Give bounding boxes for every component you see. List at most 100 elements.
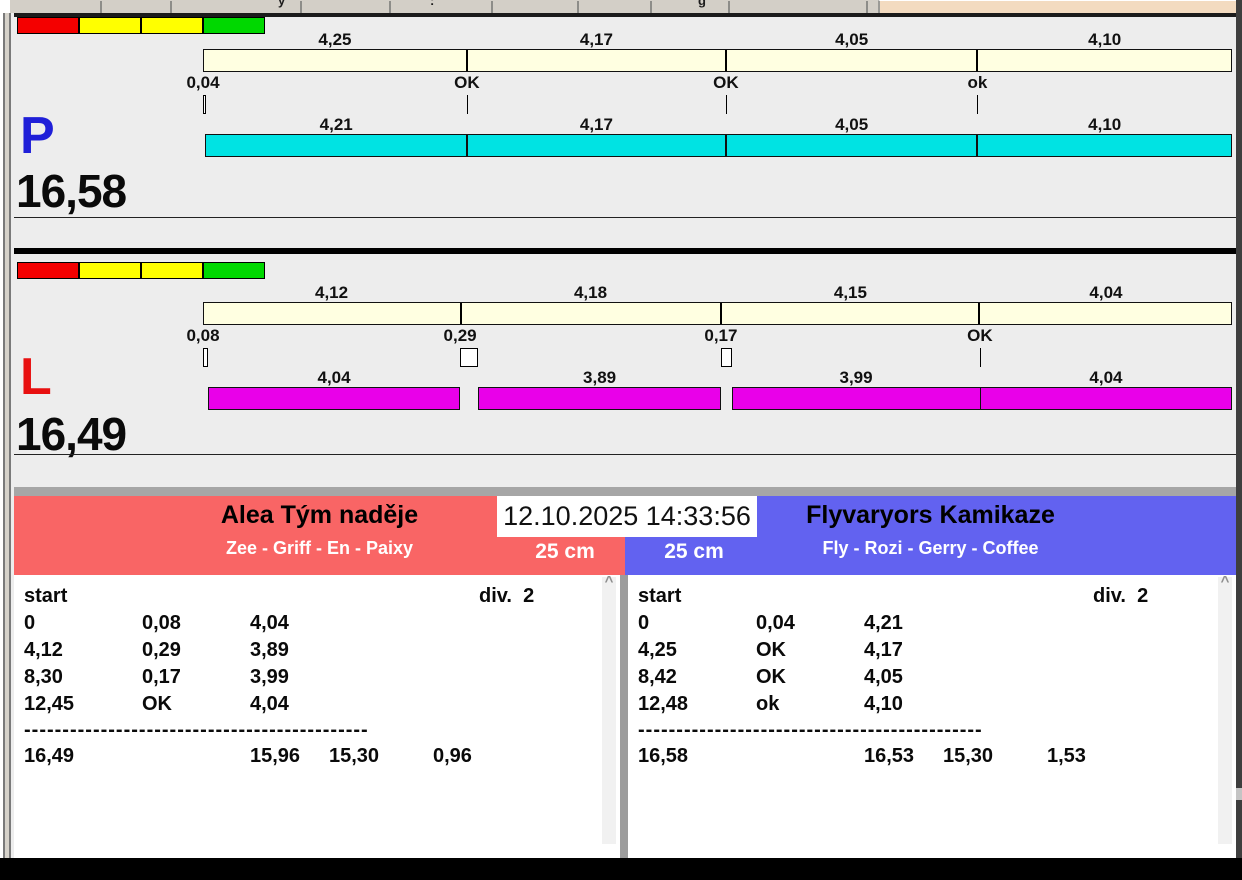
cell-dog-time: 3,99 [250, 666, 289, 688]
crossing-labels: 0,08 0,29 0,17 OK [186, 326, 1232, 345]
split-bar-divider [978, 303, 981, 324]
scrollbar-up-icon[interactable]: ^ [602, 575, 616, 589]
crossing-label: ok [967, 73, 988, 92]
table-row: 12,45 OK 4,04 [14, 691, 598, 718]
split-time-label: 4,04 [1089, 283, 1123, 302]
panel-top-strip [14, 487, 1236, 496]
dog-time-segment [205, 134, 467, 157]
cell-split-time: 4,25 [638, 639, 677, 661]
cell-crossing: OK [142, 693, 172, 715]
results-table-right[interactable]: ^ start div. 2 0 0,04 4,21 4,25 OK 4,17 8,42 OK 4,… [628, 575, 1236, 858]
crossing-labels: 0,04 OK OK ok [186, 73, 1232, 92]
crossing-label: OK [713, 73, 739, 92]
split-bar-divider [975, 50, 978, 71]
background-window-strip [878, 0, 1236, 13]
table-row: 0 0,08 4,04 [14, 610, 598, 637]
toolbar-separator [491, 1, 493, 13]
split-bar-divider [719, 303, 722, 324]
toolbar-separator [100, 1, 102, 13]
table-row: 16,58 16,53 15,30 1,53 [628, 743, 1214, 770]
dog-time-segment [977, 134, 1232, 157]
scrollbar-up-icon[interactable]: ^ [1218, 575, 1232, 589]
cell-dog-time: 4,21 [864, 612, 903, 634]
table-row: ----------------------------------------… [628, 717, 1214, 744]
crossing-fault-box [460, 348, 479, 367]
crossing-label: 0,17 [704, 326, 738, 345]
dog-time-label: 4,04 [317, 368, 351, 387]
dog-time-segment [466, 134, 726, 157]
dog-time-bar [203, 134, 1232, 157]
table-row: 8,30 0,17 3,99 [14, 664, 598, 691]
toolbar-text-fragment: : [430, 0, 435, 8]
cell-reference-time: 15,30 [329, 745, 380, 767]
cell-crossing: 0,08 [142, 612, 181, 634]
table-divider [620, 575, 628, 858]
toolbar-text-fragment: ý [278, 0, 286, 8]
timestamp: 12.10.2025 14:33:56 [497, 496, 757, 537]
split-time-label: 4,15 [833, 283, 867, 302]
table-row: 12,48 ok 4,10 [628, 691, 1214, 718]
crossing-label: OK [454, 73, 480, 92]
dog-time-segment [979, 387, 1232, 410]
results-panel: Alea Tým naděje Zee - Griff - En - Paixy… [14, 496, 1236, 858]
dog-time-labels: 4,04 3,89 3,99 4,04 [203, 369, 1232, 387]
dog-time-label: 4,05 [835, 115, 869, 134]
cell-crossing: OK [756, 666, 786, 688]
split-bar [203, 302, 1232, 325]
split-time-labels: 4,12 4,18 4,15 4,04 [203, 284, 1232, 302]
dog-time-label: 4,17 [579, 115, 613, 134]
lane-bars: 4,12 4,18 4,15 4,04 0,08 0,29 0,17 OK 4,04 3,89 3,… [186, 284, 1232, 414]
crossing-label: 0,04 [186, 73, 220, 92]
lane-total-time: 16,58 [16, 165, 127, 217]
cell-difference: 0,96 [433, 745, 472, 767]
table-row: ----------------------------------------… [14, 717, 598, 744]
crossing-fault-box [203, 348, 208, 367]
toolbar-separator [300, 1, 302, 13]
crossing-label: OK [967, 326, 993, 345]
jump-height-badge-left: 25 cm [535, 540, 595, 563]
toolbar-separator [389, 1, 391, 13]
cell-crossing: 0,04 [756, 612, 795, 634]
table-row: 0 0,04 4,21 [628, 610, 1214, 637]
cell-total-time: 16,58 [638, 745, 689, 767]
split-time-label: 4,10 [1088, 30, 1122, 49]
results-table-left[interactable]: ^ start div. 2 0 0,08 4,04 4,12 0,29 3,89 8,30 0,… [14, 575, 620, 858]
split-time-label: 4,25 [318, 30, 352, 49]
cell-crossing: 0,17 [142, 666, 181, 688]
lane-left-L: 4,12 4,18 4,15 4,04 0,08 0,29 0,17 OK 4,04 3,89 3,… [14, 254, 1236, 487]
cell-split-time: 12,48 [638, 693, 689, 715]
divider-line [14, 454, 1236, 455]
cell-dog-time: 4,04 [250, 693, 289, 715]
toolbar-strip-cropped[interactable]: ý: g [10, 0, 878, 13]
dog-time-label: 4,04 [1089, 368, 1123, 387]
split-time-label: 4,12 [314, 283, 349, 302]
cell-reference-time: 15,30 [943, 745, 994, 767]
split-bar-divider [466, 50, 469, 71]
dog-time-labels: 4,21 4,17 4,05 4,10 [203, 116, 1232, 134]
lane-total-time: 16,49 [16, 408, 127, 460]
dog-time-bar [203, 387, 1232, 410]
lane-letter: L [20, 348, 52, 406]
cell-total-time: 16,49 [24, 745, 75, 767]
dog-time-label: 3,89 [583, 368, 617, 387]
dog-time-segment [207, 387, 461, 410]
traffic-light-segment-2 [141, 262, 203, 279]
split-bar [203, 49, 1232, 72]
dog-time-segment [478, 387, 721, 410]
split-time-label: 4,05 [835, 30, 869, 49]
table-scrollbar[interactable]: ^ [602, 575, 616, 844]
traffic-light-segment-1 [79, 262, 141, 279]
divider-line [14, 217, 1236, 218]
table-row: 16,49 15,96 15,30 0,96 [14, 743, 598, 770]
cell-split-time: 4,12 [24, 639, 63, 661]
table-scrollbar[interactable]: ^ [1218, 575, 1232, 844]
table-row: 4,12 0,29 3,89 [14, 637, 598, 664]
table-header-start: start [638, 585, 682, 607]
table-header-start: start [24, 585, 68, 607]
table-row: start div. 2 [628, 583, 1214, 610]
crossing-ok-tick [979, 348, 981, 367]
table-row: start div. 2 [14, 583, 598, 610]
cell-dog-time: 4,05 [864, 666, 903, 688]
crossing-ok-tick [977, 95, 979, 114]
toolbar-separator [577, 1, 579, 13]
